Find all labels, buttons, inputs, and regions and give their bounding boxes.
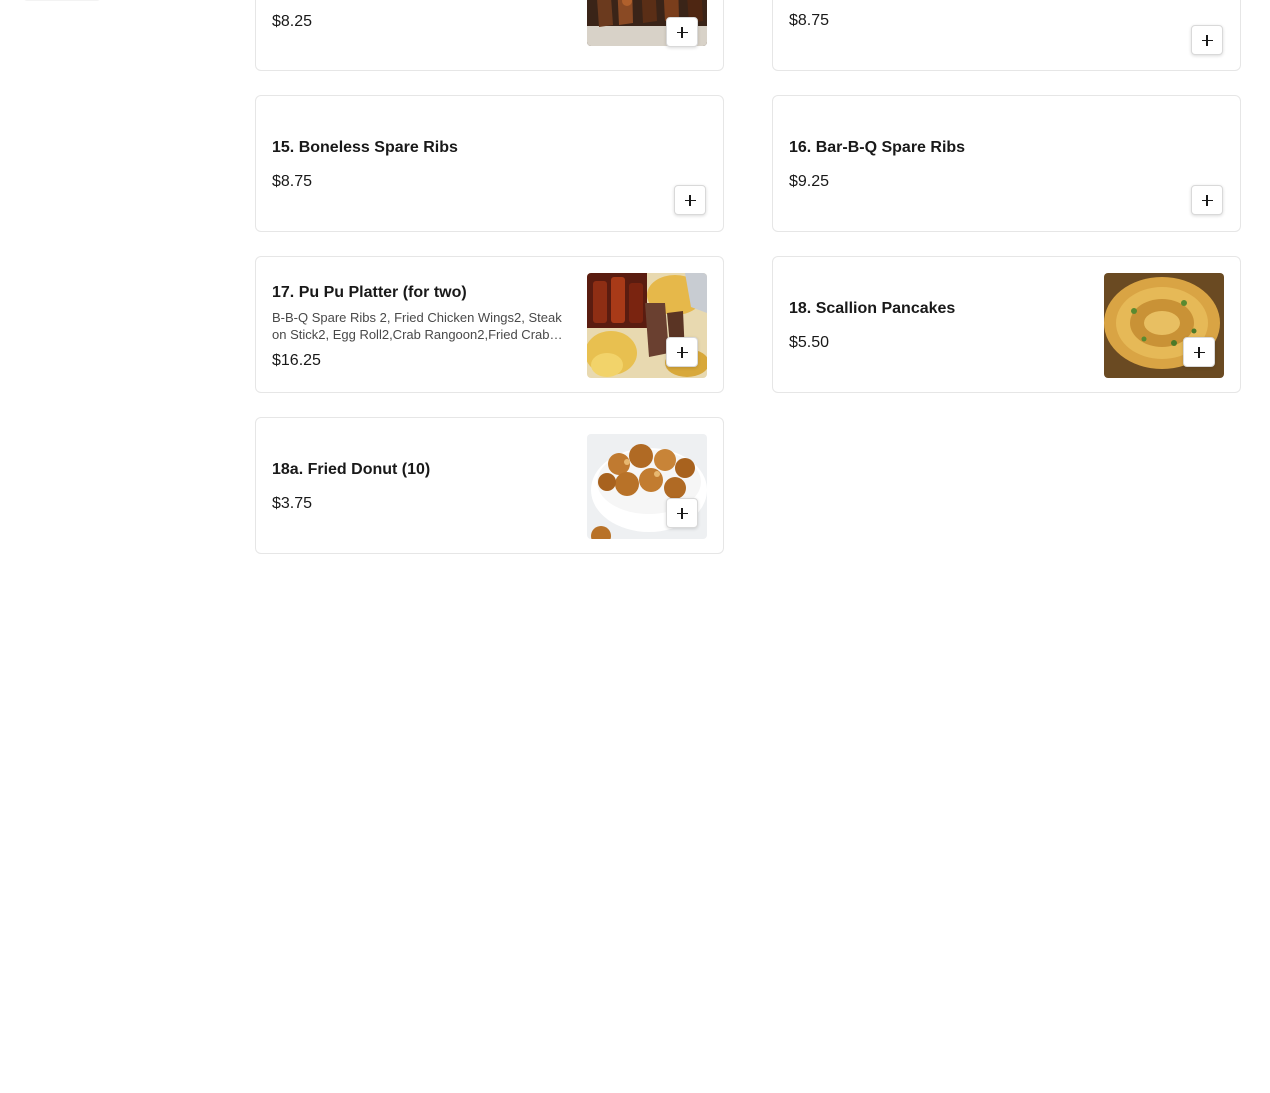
plus-icon [1201, 34, 1213, 46]
plus-icon [1201, 194, 1213, 206]
menu-item-card[interactable]: 15. Boneless Spare Ribs $8.75 [255, 95, 724, 232]
item-name: 15. Boneless Spare Ribs [272, 139, 458, 156]
item-name: 18a. Fried Donut (10) [272, 461, 431, 478]
item-name: 17. Pu Pu Platter (for two) [272, 284, 467, 301]
item-price: $16.25 [272, 352, 321, 369]
plus-icon [1193, 346, 1205, 358]
item-price: $5.50 [789, 334, 830, 351]
item-price: $8.75 [789, 12, 830, 29]
add-to-cart-button[interactable] [1191, 25, 1223, 55]
add-to-cart-button[interactable] [666, 17, 698, 47]
menu-item-card[interactable]: 16. Bar-B-Q Spare Ribs $9.25 [772, 95, 1241, 232]
add-to-cart-button[interactable] [1183, 337, 1215, 367]
menu-item-card[interactable]: 18a. Fried Donut (10) $3.75 [255, 417, 724, 554]
plus-icon [684, 194, 696, 206]
menu-item-card[interactable]: $8.25 [255, 0, 724, 71]
plus-icon [676, 26, 688, 38]
item-price: $8.25 [272, 13, 313, 30]
plus-icon [676, 346, 688, 358]
add-to-cart-button[interactable] [1191, 185, 1223, 215]
item-price: $3.75 [272, 495, 313, 512]
item-price: $8.75 [272, 173, 313, 190]
plus-icon [676, 507, 688, 519]
item-description: B-B-Q Spare Ribs 2, Fried Chicken Wings2… [272, 310, 562, 342]
menu-item-card[interactable]: $8.75 [772, 0, 1241, 71]
menu-item-card[interactable]: 17. Pu Pu Platter (for two) B-B-Q Spare … [255, 256, 724, 393]
menu-page: $8.25 $8.75 15. Boneless Spare Ribs $8.7… [0, 0, 1270, 1093]
item-price: $9.25 [789, 173, 830, 190]
add-to-cart-button[interactable] [666, 498, 698, 528]
add-to-cart-button[interactable] [666, 337, 698, 367]
item-name: 16. Bar-B-Q Spare Ribs [789, 139, 966, 156]
item-name: 18. Scallion Pancakes [789, 300, 956, 317]
add-to-cart-button[interactable] [674, 185, 706, 215]
sidebar-category-item[interactable] [24, 0, 100, 1]
menu-item-card[interactable]: 18. Scallion Pancakes $5.50 [772, 256, 1241, 393]
